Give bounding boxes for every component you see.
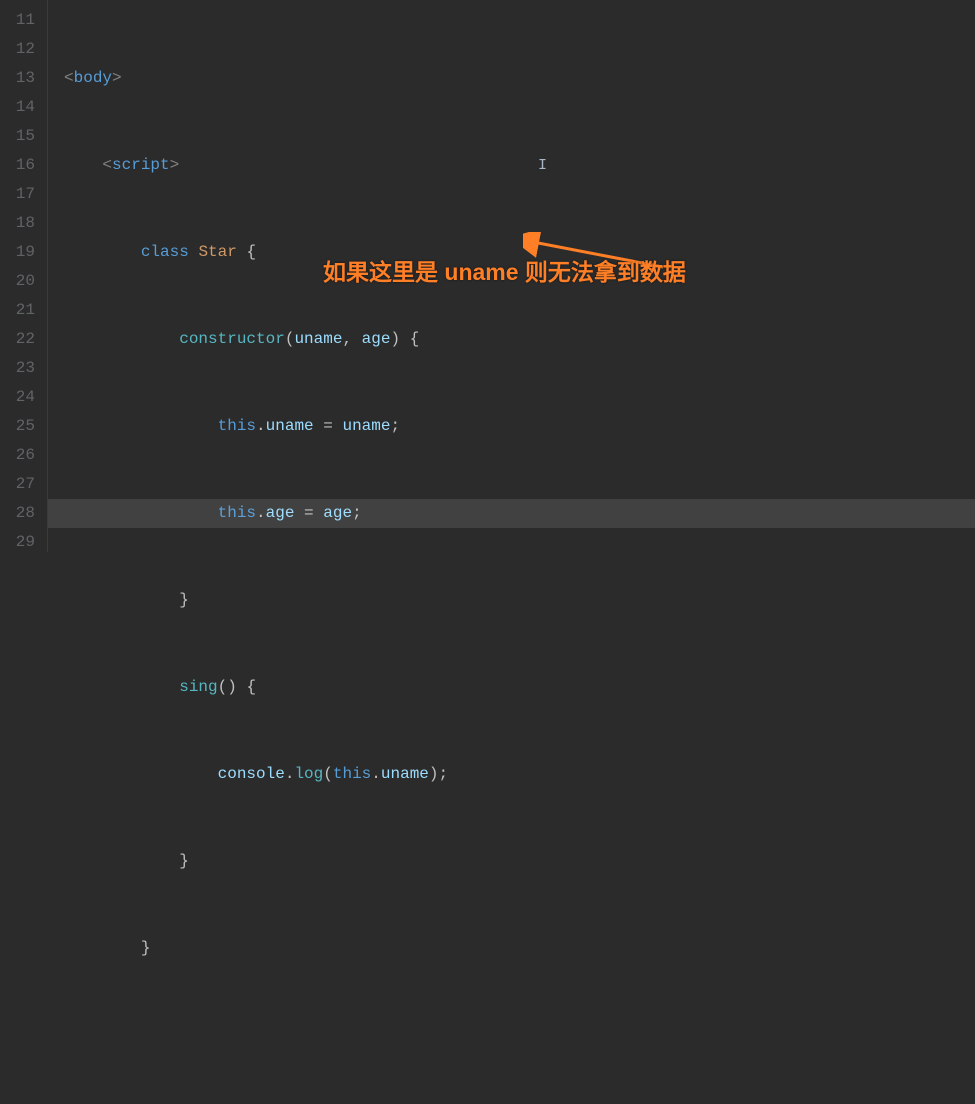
line-number: 27 bbox=[8, 470, 35, 499]
line-number: 28 bbox=[8, 499, 35, 528]
line-number: 24 bbox=[8, 383, 35, 412]
code-line: constructor(uname, age) { bbox=[48, 325, 975, 354]
line-number: 25 bbox=[8, 412, 35, 441]
line-number: 13 bbox=[8, 64, 35, 93]
code-line: <script> bbox=[48, 151, 975, 180]
code-line: } bbox=[48, 586, 975, 615]
code-line-active: this.age = age; bbox=[48, 499, 975, 528]
line-number: 20 bbox=[8, 267, 35, 296]
code-line: <body> bbox=[48, 64, 975, 93]
code-line: class Star { bbox=[48, 238, 975, 267]
line-number: 11 bbox=[8, 6, 35, 35]
line-number: 18 bbox=[8, 209, 35, 238]
code-line: console.log(this.uname); bbox=[48, 760, 975, 789]
code-line: this.uname = uname; bbox=[48, 412, 975, 441]
code-line: sing() { bbox=[48, 673, 975, 702]
line-number: 17 bbox=[8, 180, 35, 209]
line-number: 16 bbox=[8, 151, 35, 180]
line-number: 22 bbox=[8, 325, 35, 354]
code-line: } bbox=[48, 847, 975, 876]
line-number: 21 bbox=[8, 296, 35, 325]
line-number: 29 bbox=[8, 528, 35, 557]
line-number: 15 bbox=[8, 122, 35, 151]
line-number: 12 bbox=[8, 35, 35, 64]
code-line: } bbox=[48, 934, 975, 963]
line-number: 26 bbox=[8, 441, 35, 470]
line-number: 14 bbox=[8, 93, 35, 122]
line-number-gutter: 11121314151617181920212223242526272829 bbox=[0, 0, 48, 552]
line-number: 19 bbox=[8, 238, 35, 267]
code-line bbox=[48, 1021, 975, 1050]
code-editor[interactable]: <body> <script> class Star { constructor… bbox=[48, 0, 975, 552]
line-number: 23 bbox=[8, 354, 35, 383]
